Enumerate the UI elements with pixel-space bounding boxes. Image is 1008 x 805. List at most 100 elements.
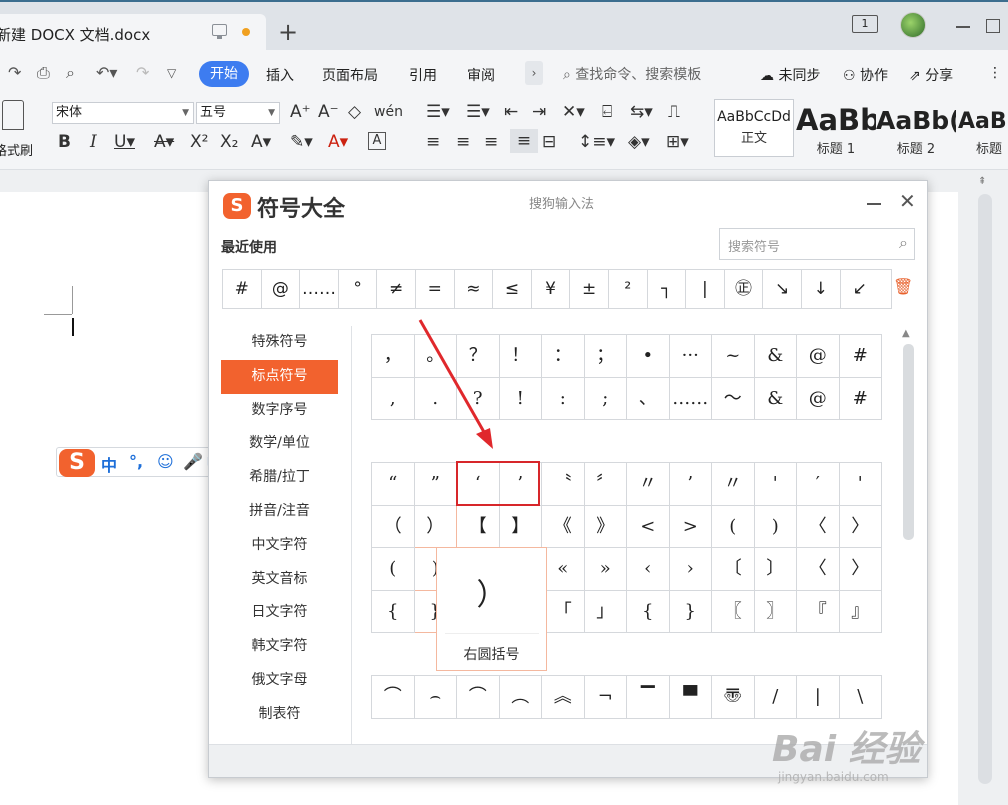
- symbol-cell[interactable]: }: [669, 590, 712, 633]
- symbol-cell[interactable]: {: [627, 590, 670, 633]
- pinyin-guide-icon[interactable]: wén: [374, 102, 403, 122]
- symbol-cell[interactable]: ⌒: [457, 676, 500, 719]
- symbol-cell[interactable]: ~: [712, 335, 755, 378]
- symbol-cell[interactable]: ？: [457, 335, 500, 378]
- share-button[interactable]: ⇗ 分享: [909, 65, 953, 85]
- increase-indent-icon[interactable]: ⇥: [532, 102, 546, 122]
- recent-symbol-cell[interactable]: #: [223, 270, 262, 308]
- font-size-select[interactable]: 五号 ▼: [196, 102, 280, 124]
- distributed-icon[interactable]: ⊟: [542, 132, 556, 152]
- symbol-cell[interactable]: .: [414, 377, 457, 420]
- symbol-cell[interactable]: •: [627, 335, 670, 378]
- category-item[interactable]: 制表符: [221, 698, 338, 732]
- symbol-cell[interactable]: 】: [499, 505, 542, 548]
- symbol-cell[interactable]: 〝: [542, 463, 585, 506]
- style-heading-1[interactable]: AaBb 标题 1: [796, 99, 876, 157]
- symbol-cell[interactable]: &: [754, 377, 797, 420]
- strikethrough-icon[interactable]: A▾: [154, 132, 174, 152]
- symbol-cell[interactable]: ▔: [627, 676, 670, 719]
- mic-icon[interactable]: 🎤: [183, 452, 203, 471]
- recent-symbol-cell[interactable]: =: [416, 270, 455, 308]
- grow-font-icon[interactable]: A⁺: [290, 102, 311, 122]
- scroll-top-icon[interactable]: ⇞: [978, 176, 986, 187]
- symbol-cell[interactable]: &: [754, 335, 797, 378]
- bullet-list-icon[interactable]: ☰▾: [426, 102, 450, 122]
- symbol-cell[interactable]: 【: [457, 505, 500, 548]
- symbol-dialog[interactable]: S 符号大全 搜狗输入法 ✕ 最近使用 搜索符号 ⌕ # @…… ° ≠ = ≈ ≤ ¥ ± ² ┐…: [208, 180, 928, 778]
- clear-format-icon[interactable]: ◇: [348, 102, 361, 122]
- symbol-cell[interactable]: 》: [584, 505, 627, 548]
- ime-lang-toggle[interactable]: 中: [101, 452, 117, 476]
- recent-symbol-cell[interactable]: ┐: [648, 270, 687, 308]
- symbol-cell[interactable]: <: [627, 505, 670, 548]
- symbol-cell[interactable]: @: [797, 377, 840, 420]
- line-spacing-icon[interactable]: ↕≡▾: [578, 132, 615, 152]
- new-tab-button[interactable]: +: [278, 20, 298, 44]
- symbol-cell[interactable]: «: [542, 548, 585, 591]
- print-icon[interactable]: ⎙: [37, 63, 50, 83]
- symbol-cell[interactable]: 〉: [839, 548, 882, 591]
- document-tab[interactable]: 新建 DOCX 文档.docx: [0, 14, 266, 52]
- symbol-cell[interactable]: ⌒: [372, 676, 415, 719]
- symbol-cell[interactable]: ¬: [584, 676, 627, 719]
- dialog-scrollbar[interactable]: ▲: [901, 328, 915, 728]
- category-item[interactable]: 标点符号: [221, 359, 338, 394]
- italic-icon[interactable]: I: [90, 132, 97, 152]
- maximize-icon[interactable]: [986, 19, 1000, 33]
- recent-symbol-cell[interactable]: ≈: [455, 270, 494, 308]
- document-scrollbar[interactable]: ⇞: [972, 170, 1008, 805]
- more-options-icon[interactable]: ⋮: [988, 65, 1002, 81]
- symbol-cell[interactable]: ：: [542, 335, 585, 378]
- category-item[interactable]: 英文音标: [221, 563, 338, 597]
- symbol-cell[interactable]: ，: [372, 335, 415, 378]
- symbol-cell[interactable]: ?: [457, 377, 500, 420]
- category-item[interactable]: 中文字符: [221, 529, 338, 563]
- symbol-cell[interactable]: 〕: [754, 548, 797, 591]
- symbol-cell[interactable]: 〃: [627, 463, 670, 506]
- scrollbar-thumb[interactable]: [903, 344, 914, 540]
- undo-icon[interactable]: ↶▾: [96, 63, 117, 82]
- quick-access-dropdown-icon[interactable]: ▽: [167, 66, 176, 80]
- symbol-cell[interactable]: {: [372, 590, 415, 633]
- close-icon[interactable]: ✕: [899, 189, 916, 213]
- recent-symbol-cell[interactable]: ≤: [493, 270, 532, 308]
- show-marks-icon[interactable]: ⎍: [668, 102, 680, 122]
- font-color-icon[interactable]: A▾: [328, 132, 348, 152]
- symbol-cell[interactable]: ···: [669, 335, 712, 378]
- symbol-cell[interactable]: 。: [414, 335, 457, 378]
- font-family-select[interactable]: 宋体 ▼: [52, 102, 194, 124]
- symbol-cell[interactable]: ……: [669, 377, 712, 420]
- symbol-cell[interactable]: ′: [797, 463, 840, 506]
- symbol-cell[interactable]: ‹: [627, 548, 670, 591]
- recent-symbol-cell[interactable]: ↓: [802, 270, 841, 308]
- symbol-cell[interactable]: ⌢: [414, 676, 457, 719]
- symbol-cell[interactable]: “: [372, 463, 415, 506]
- window-count-badge[interactable]: 1: [852, 15, 878, 33]
- category-item[interactable]: 希腊/拉丁: [221, 461, 338, 495]
- symbol-cell[interactable]: ︵: [499, 676, 542, 719]
- recent-symbol-cell[interactable]: ↘: [763, 270, 802, 308]
- symbol-cell[interactable]: ）: [414, 505, 457, 548]
- symbol-cell[interactable]: 〖: [712, 590, 755, 633]
- symbol-cell[interactable]: (: [712, 505, 755, 548]
- scrollbar-track[interactable]: [978, 194, 992, 784]
- trash-icon[interactable]: 🗑: [893, 277, 913, 296]
- smile-icon[interactable]: ☺: [157, 452, 174, 471]
- symbol-cell[interactable]: ！: [499, 335, 542, 378]
- highlight-icon[interactable]: ✎▾: [290, 132, 313, 152]
- symbol-cell[interactable]: 』: [839, 590, 882, 633]
- category-item[interactable]: 日文字符: [221, 596, 338, 630]
- symbol-cell[interactable]: 〈: [797, 548, 840, 591]
- symbol-cell[interactable]: ”: [414, 463, 457, 506]
- symbol-cell[interactable]: 」: [584, 590, 627, 633]
- symbol-cell[interactable]: （: [372, 505, 415, 548]
- symbol-cell[interactable]: ︽: [542, 676, 585, 719]
- redo-format-icon[interactable]: ↷: [8, 63, 21, 82]
- symbol-cell[interactable]: ': [754, 463, 797, 506]
- minimize-icon[interactable]: [956, 26, 970, 28]
- symbol-cell[interactable]: 《: [542, 505, 585, 548]
- symbol-cell[interactable]: (: [372, 548, 415, 591]
- symbol-cell[interactable]: 〈: [797, 505, 840, 548]
- recent-symbol-cell[interactable]: ²: [609, 270, 648, 308]
- monitor-icon[interactable]: [212, 24, 227, 39]
